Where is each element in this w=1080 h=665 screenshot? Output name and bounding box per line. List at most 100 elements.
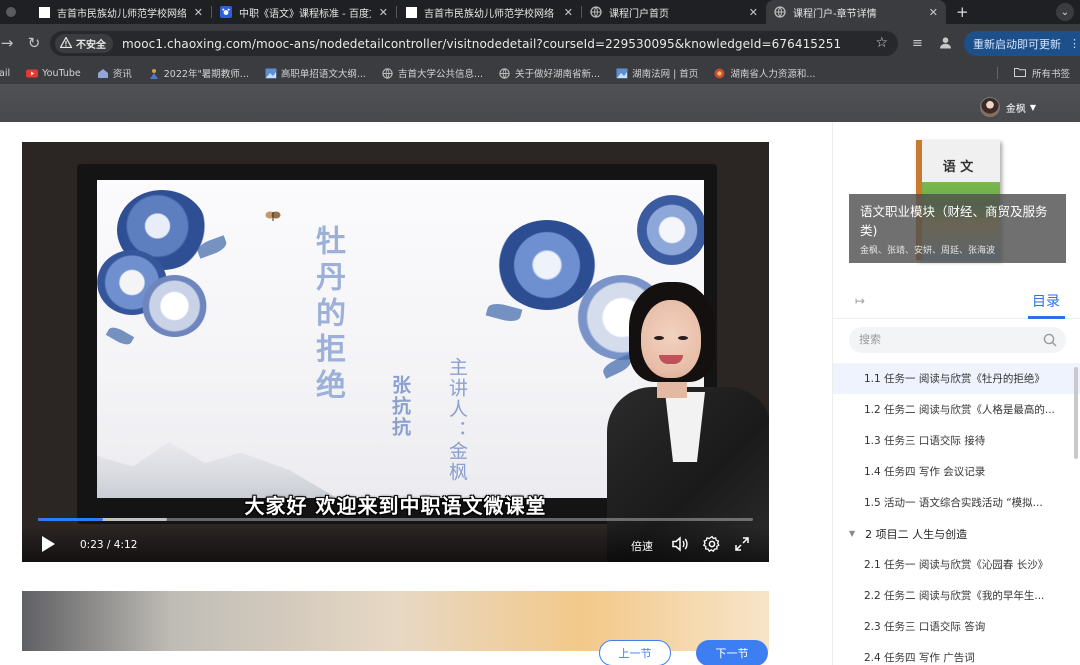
expand-triangle-icon[interactable]: ▼: [849, 529, 855, 538]
toc-item-label: 2.2 任务二 阅读与欣赏《我的早年生...: [864, 590, 1045, 602]
toc-item-label: 1.3 任务三 口语交际 接待: [864, 435, 986, 447]
slide-title: 牡丹的拒绝: [310, 225, 345, 405]
close-icon[interactable]: ✕: [564, 6, 573, 19]
bookmark-item[interactable]: ail: [0, 68, 10, 79]
media-queue-icon[interactable]: ≡: [912, 36, 923, 51]
globe-icon: [774, 6, 786, 18]
bookmark-label: ail: [0, 67, 11, 79]
forward-arrow-icon[interactable]: →: [0, 34, 16, 52]
play-icon[interactable]: [42, 536, 55, 552]
toc-item[interactable]: 2.1 任务一 阅读与欣赏《沁园春 长沙》: [833, 549, 1080, 580]
page-icon: [405, 6, 417, 18]
video-subtitle: 大家好 欢迎来到中职语文微课堂: [244, 494, 547, 518]
bookmark-item[interactable]: 关于做好湖南省新...: [499, 66, 600, 80]
playback-speed-button[interactable]: 倍速: [631, 538, 653, 554]
browser-tab-1[interactable]: 吉首市民族幼儿师范学校网络 ✕: [30, 0, 211, 24]
toc-search-box: [849, 327, 1066, 353]
browser-tab-4[interactable]: 课程门户首页 ✕: [582, 0, 766, 24]
browser-tab-bar: 吉首市民族幼儿师范学校网络 ✕ 中职《语文》课程标准 - 百度文 ✕ 吉首市民族…: [0, 0, 1080, 24]
close-icon[interactable]: ✕: [749, 6, 758, 19]
browser-tab-3[interactable]: 吉首市民族幼儿师范学校网络 ✕: [397, 0, 581, 24]
video-time: 0:23 / 4:12: [80, 539, 138, 551]
toc-item[interactable]: 2.2 任务二 阅读与欣赏《我的早年生...: [833, 580, 1080, 611]
next-section-button[interactable]: 下一节: [696, 640, 768, 665]
search-icon[interactable]: [1043, 333, 1057, 347]
page-icon: [38, 6, 50, 18]
all-bookmarks-label: 所有书签: [1031, 69, 1070, 80]
tab-title: 课程门户首页: [609, 8, 669, 20]
bookmark-item[interactable]: 资讯: [97, 66, 132, 80]
collapse-sidebar-icon[interactable]: ↦: [855, 294, 865, 308]
toc-item[interactable]: 2.4 任务四 写作 广告词: [833, 642, 1080, 665]
all-bookmarks-button[interactable]: 所有书签: [1013, 66, 1070, 80]
browser-tab-5[interactable]: 课程门户-章节详情 ✕: [766, 0, 946, 24]
video-progress-bar[interactable]: [38, 518, 753, 521]
toc-search-input[interactable]: [859, 331, 1039, 349]
bookmark-star-icon[interactable]: ☆: [875, 35, 888, 51]
news-icon: [97, 68, 108, 79]
toc-item[interactable]: 1.2 任务二 阅读与欣赏《人格是最高的...: [833, 394, 1080, 425]
security-chip[interactable]: 不安全: [55, 34, 113, 53]
avatar: [979, 97, 1000, 117]
warning-icon: [59, 35, 73, 51]
url-text[interactable]: mooc1.chaoxing.com/mooc-ans/nodedetailco…: [122, 37, 841, 51]
security-label: 不安全: [76, 40, 106, 51]
relaunch-update-button[interactable]: 重新启动即可更新 ⋮: [964, 31, 1080, 56]
bookmark-item[interactable]: 湖南省人力资源和...: [714, 66, 815, 80]
bookmark-youtube[interactable]: YouTube: [26, 68, 81, 79]
tab-search-chevron-icon[interactable]: ⌄: [1056, 3, 1074, 21]
leaf-illustration: [105, 324, 135, 348]
video-player[interactable]: 牡丹的拒绝 张抗抗 主讲人：金枫 大家好 欢迎来到中职语文微课堂 0:23 / …: [22, 142, 769, 562]
toc-scrollbar[interactable]: [1074, 367, 1078, 459]
profile-icon[interactable]: [939, 36, 952, 53]
bookmark-label: 关于做好湖南省新...: [515, 69, 601, 80]
main-content: 牡丹的拒绝 张抗抗 主讲人：金枫 大家好 欢迎来到中职语文微课堂 0:23 / …: [0, 122, 832, 665]
youtube-icon: [26, 68, 39, 79]
toc-chapter[interactable]: ▼ 2 项目二 人生与创造: [833, 518, 1080, 549]
previous-section-button[interactable]: 上一节: [599, 640, 671, 665]
bookmark-divider: [997, 67, 998, 79]
caret-down-icon: ▼: [1029, 102, 1036, 112]
reload-icon[interactable]: ↻: [25, 34, 43, 52]
presenter-face: [641, 300, 701, 378]
browser-tab-2[interactable]: 中职《语文》课程标准 - 百度文 ✕: [212, 0, 396, 24]
bookmark-item[interactable]: 湖南法网 | 首页: [616, 66, 698, 80]
address-bar[interactable]: 不安全 mooc1.chaoxing.com/mooc-ans/nodedeta…: [50, 31, 898, 56]
played-bar: [38, 518, 104, 521]
new-tab-plus-icon[interactable]: +: [956, 3, 969, 21]
close-icon[interactable]: ✕: [379, 6, 388, 19]
toc-item[interactable]: 2.3 任务三 口语交际 答询: [833, 611, 1080, 642]
presenter-eye: [654, 336, 664, 340]
relaunch-label: 重新启动即可更新: [973, 37, 1061, 51]
toc-item[interactable]: 1.5 活动一 语文综合实践活动 “模拟...: [833, 487, 1080, 518]
bookmark-item[interactable]: 吉首大学公共信息...: [382, 66, 483, 80]
bookmark-label: 资讯: [112, 69, 132, 80]
toc-list: 1.1 任务一 阅读与欣赏《牡丹的拒绝》 1.2 任务二 阅读与欣赏《人格是最高…: [833, 363, 1080, 665]
toc-item-label: 2.4 任务四 写作 广告词: [864, 652, 975, 664]
settings-gear-icon[interactable]: [703, 535, 721, 553]
sidebar-tabs: ↦ 目录: [833, 285, 1080, 319]
tab-toc[interactable]: 目录: [1032, 291, 1060, 311]
active-tab-underline: [1028, 316, 1065, 319]
close-icon[interactable]: ✕: [929, 6, 938, 19]
toc-item[interactable]: 1.4 任务四 写作 会议记录: [833, 456, 1080, 487]
globe-icon: [499, 67, 510, 79]
toc-item[interactable]: 1.3 任务三 口语交际 接待: [833, 425, 1080, 456]
volume-icon[interactable]: [671, 535, 689, 553]
more-vertical-icon[interactable]: ⋮: [1069, 37, 1080, 50]
figure-icon: [148, 68, 159, 79]
tab-title: 吉首市民族幼儿师范学校网络: [424, 8, 554, 20]
window-control-dot[interactable]: [6, 7, 16, 17]
fullscreen-icon[interactable]: [733, 535, 751, 553]
toc-item-label: 2.3 任务三 口语交际 答询: [864, 621, 986, 633]
leaf-illustration: [485, 300, 523, 325]
toc-item-label: 1.5 活动一 语文综合实践活动 “模拟...: [864, 497, 1043, 509]
bookmark-item[interactable]: 2022年"暑期教师...: [148, 66, 249, 80]
toc-item[interactable]: 1.1 任务一 阅读与欣赏《牡丹的拒绝》: [833, 363, 1080, 394]
course-sidebar: 语 文 语文职业模块（财经、商贸及服务类) 金枫、张靖、安妍、周延、张海波 ↦ …: [832, 122, 1080, 665]
close-icon[interactable]: ✕: [194, 6, 203, 19]
bookmark-item[interactable]: 高职单招语文大纲...: [265, 66, 366, 80]
toc-item-label: 2.1 任务一 阅读与欣赏《沁园春 长沙》: [864, 559, 1049, 571]
user-menu[interactable]: 金枫 ▼: [979, 97, 1036, 117]
course-card[interactable]: 语 文 语文职业模块（财经、商贸及服务类) 金枫、张靖、安妍、周延、张海波: [849, 140, 1066, 263]
